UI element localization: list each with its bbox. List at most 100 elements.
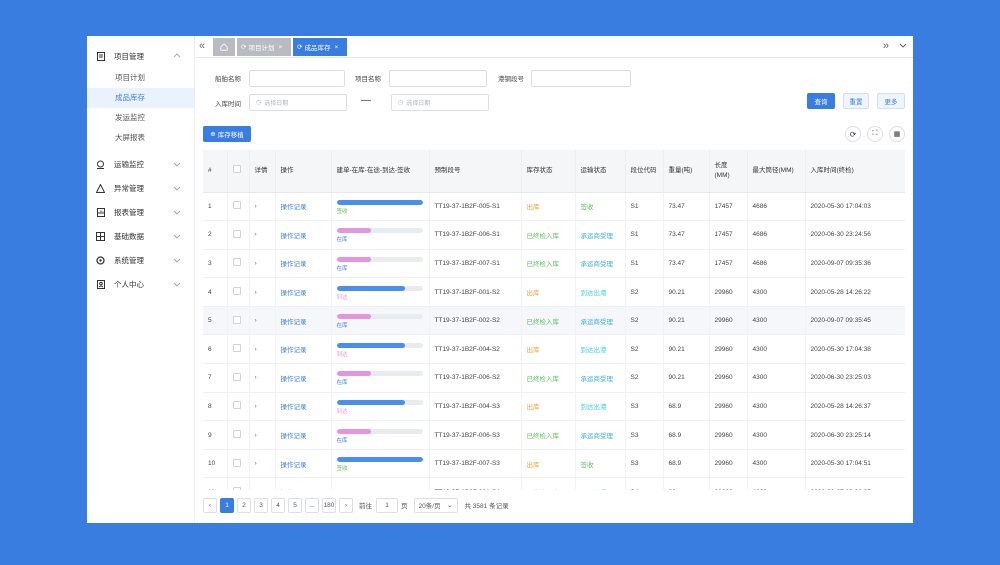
table-row[interactable]: 6 › 操作记录 到达 TT19-37-1B2F-004-S2 出库 到达出港 … <box>203 334 905 365</box>
chevron-right-icon[interactable]: › <box>255 231 257 238</box>
expand-details[interactable]: › <box>249 334 276 365</box>
row-select[interactable] <box>227 334 250 365</box>
chevron-down-icon[interactable] <box>172 231 182 241</box>
checkbox[interactable] <box>232 315 241 324</box>
chevron-down-icon[interactable] <box>172 207 182 217</box>
chevron-right-icon[interactable]: › <box>255 489 257 490</box>
table-row[interactable]: 1 › 操作记录 签收 TT19-37-1B2F-005-S1 出库 签收 S1… <box>203 192 905 222</box>
row-select[interactable] <box>227 192 250 222</box>
date-end-picker[interactable]: ◷ 选择日期 <box>391 94 489 111</box>
chevron-down-icon[interactable] <box>899 43 907 49</box>
date-start-picker[interactable]: ◷ 选择日期 <box>249 94 347 111</box>
row-select[interactable] <box>227 277 250 307</box>
checkbox[interactable] <box>232 201 241 210</box>
sidebar-group-1[interactable]: 运输监控 <box>87 152 194 176</box>
goto-page-input[interactable]: 1 <box>376 497 398 513</box>
chevron-down-icon[interactable] <box>172 183 182 193</box>
page-size-select[interactable]: 20条/页 ⌄ <box>413 497 458 513</box>
table-row[interactable]: 4 › 操作记录 到达 TT19-37-1B2F-001-S2 出库 到达出港 … <box>203 277 905 307</box>
operation-record-link[interactable]: 操作记录 <box>281 462 307 469</box>
checkbox[interactable] <box>232 229 241 238</box>
select-all-checkbox[interactable] <box>227 150 250 193</box>
expand-details[interactable]: › <box>249 449 276 479</box>
chevron-up-icon[interactable] <box>172 51 182 61</box>
close-icon[interactable]: × <box>334 44 338 51</box>
checkbox[interactable] <box>232 372 241 381</box>
table-row[interactable]: 10 › 操作记录 签收 TT19-37-1B2F-007-S3 出库 签收 S… <box>203 449 905 479</box>
page-button[interactable]: 4 <box>271 497 285 513</box>
page-button[interactable]: 5 <box>288 497 302 513</box>
chevron-right-icon[interactable]: › <box>255 374 257 381</box>
checkbox[interactable] <box>232 287 241 296</box>
page-button[interactable]: 3 <box>254 497 268 513</box>
row-select[interactable] <box>227 249 250 279</box>
expand-details[interactable]: › <box>249 277 276 307</box>
table-row[interactable]: 7 › 操作记录 在库 TT19-37-1B2F-006-S2 已终检入库 承运… <box>203 363 905 393</box>
checkbox[interactable] <box>232 458 241 467</box>
segment-no-input[interactable] <box>531 70 631 87</box>
row-select[interactable] <box>227 420 250 450</box>
reset-button[interactable]: 重置 <box>843 93 869 109</box>
operation-record-link[interactable]: 操作记录 <box>281 347 307 354</box>
close-icon[interactable]: × <box>278 44 282 51</box>
expand-details[interactable]: › <box>249 249 276 279</box>
sidebar-group-6[interactable]: 个人中心 <box>87 272 194 296</box>
prev-page-button[interactable]: ‹ <box>203 497 217 513</box>
operation-record-link[interactable]: 操作记录 <box>281 404 307 411</box>
row-select[interactable] <box>227 392 250 422</box>
operation-record-link[interactable]: 操作记录 <box>281 376 307 383</box>
chevron-right-icon[interactable]: › <box>255 203 257 210</box>
row-select[interactable] <box>227 363 250 393</box>
more-button[interactable]: 更多 <box>877 93 905 109</box>
collapse-sidebar-icon[interactable]: « <box>199 40 205 52</box>
sidebar-item-0[interactable]: 项目计划 <box>87 68 194 88</box>
expand-details[interactable]: › <box>249 363 276 393</box>
sidebar-group-2[interactable]: 异常管理 <box>87 176 194 200</box>
table-row[interactable]: 11 › 操作记录 TT19-37-1B2F-001-S4 已终检入库 承运商受… <box>203 477 905 490</box>
next-page-button[interactable]: › <box>339 497 353 513</box>
sidebar-item-2[interactable]: 发运监控 <box>87 108 194 128</box>
operation-record-link[interactable]: 操作记录 <box>281 233 307 240</box>
checkbox[interactable] <box>232 164 241 173</box>
page-button[interactable]: 180 <box>322 497 336 513</box>
expand-details[interactable]: › <box>249 420 276 450</box>
inventory-transfer-button[interactable]: ⊕ 库存移植 <box>203 126 251 142</box>
table-row[interactable]: 3 › 操作记录 在库 TT19-37-1B2F-007-S1 已终检入库 承运… <box>203 249 905 279</box>
chevron-down-icon[interactable] <box>172 279 182 289</box>
sidebar-item-3[interactable]: 大屏报表 <box>87 128 194 148</box>
chevron-right-icon[interactable]: › <box>255 289 257 296</box>
sidebar-group-0[interactable]: 项目管理 <box>87 44 194 68</box>
chevron-right-icon[interactable]: › <box>255 346 257 353</box>
chevron-right-icon[interactable]: › <box>255 403 257 410</box>
row-select[interactable] <box>227 220 250 250</box>
checkbox[interactable] <box>232 487 241 490</box>
checkbox[interactable] <box>232 430 241 439</box>
columns-button[interactable]: ▦ <box>889 126 905 142</box>
checkbox[interactable] <box>232 401 241 410</box>
chevron-right-icon[interactable]: › <box>255 260 257 267</box>
chevron-right-icon[interactable]: › <box>255 460 257 467</box>
operation-record-link[interactable]: 操作记录 <box>281 261 307 268</box>
operation-record-link[interactable]: 操作记录 <box>281 319 307 326</box>
chevron-right-icon[interactable]: › <box>255 432 257 439</box>
sidebar-group-3[interactable]: 报表管理 <box>87 200 194 224</box>
expand-details[interactable]: › <box>249 220 276 250</box>
tab-project-plan[interactable]: ⟳ 项目计划 × <box>237 38 291 56</box>
refresh-button[interactable]: ⟳ <box>845 126 861 142</box>
sidebar-group-4[interactable]: 基础数据 <box>87 224 194 248</box>
checkbox[interactable] <box>232 258 241 267</box>
table-row[interactable]: 9 › 操作记录 在库 TT19-37-1B2F-006-S3 已终检入库 承运… <box>203 420 905 450</box>
chevron-right-icon[interactable]: › <box>255 317 257 324</box>
tab-home[interactable] <box>213 38 235 56</box>
search-button[interactable]: 查询 <box>807 93 835 109</box>
operation-record-link[interactable]: 操作记录 <box>281 204 307 211</box>
table-row[interactable]: 2 › 操作记录 在库 TT19-37-1B2F-006-S1 已终检入库 承运… <box>203 220 905 250</box>
table-row[interactable]: 8 › 操作记录 到达 TT19-37-1B2F-004-S3 出库 到达出港 … <box>203 392 905 422</box>
tab-finished-inventory[interactable]: ⟳ 成品库存 × <box>293 38 347 56</box>
operation-record-link[interactable]: 操作记录 <box>281 290 307 297</box>
project-name-input[interactable] <box>389 70 487 87</box>
expand-details[interactable]: › <box>249 392 276 422</box>
sidebar-group-5[interactable]: 系统管理 <box>87 248 194 272</box>
expand-details[interactable]: › <box>249 477 276 490</box>
row-select[interactable] <box>227 306 250 336</box>
